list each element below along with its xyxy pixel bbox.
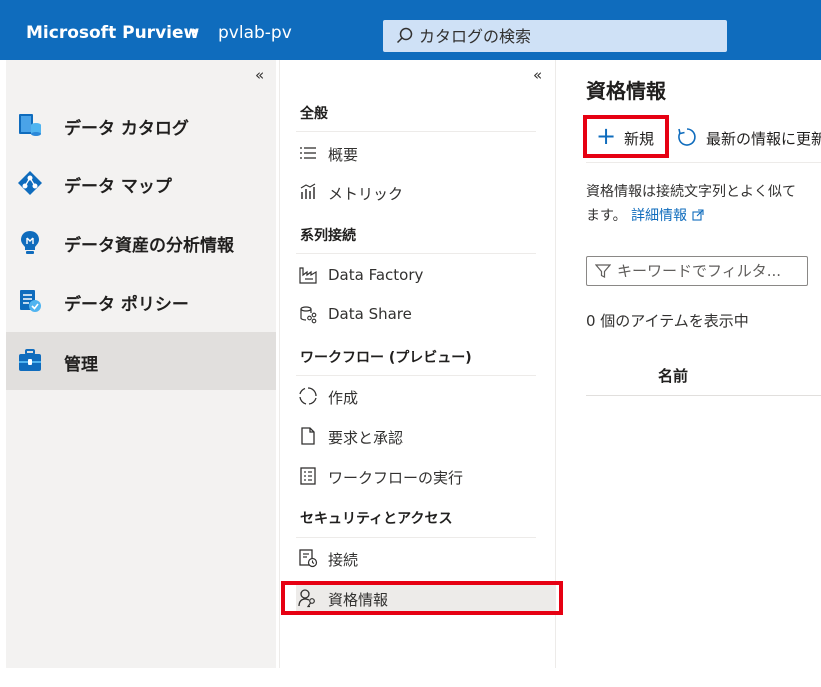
- checklist-icon: [300, 467, 316, 485]
- collapse-sub-nav-button[interactable]: «: [533, 66, 542, 84]
- description-line-2: ます。 詳細情報: [586, 204, 821, 228]
- refresh-button[interactable]: 最新の情報に更新: [676, 124, 821, 152]
- nav-item-data-map[interactable]: データ マップ: [6, 154, 276, 212]
- sub-nav-item-label: Data Factory: [328, 266, 424, 284]
- insights-lightbulb-icon: [21, 231, 39, 254]
- data-policy-icon: [20, 290, 41, 312]
- nav-item-data-insights[interactable]: データ資産の分析情報: [6, 213, 276, 271]
- collapse-left-nav-button[interactable]: «: [255, 66, 264, 84]
- section-title-general: 全般: [300, 106, 328, 122]
- highlight-box-new: [583, 115, 669, 158]
- sub-nav-item-label: 概要: [328, 146, 359, 164]
- refresh-icon: [678, 128, 696, 146]
- nav-item-management[interactable]: 管理: [6, 332, 276, 390]
- section-divider: [296, 537, 536, 538]
- description-line-2-text: ます。: [586, 208, 627, 224]
- section-divider: [296, 131, 536, 132]
- toolbar-divider: [586, 162, 821, 163]
- sub-nav-item-data-factory[interactable]: Data Factory: [296, 258, 556, 292]
- data-factory-icon: [299, 267, 317, 284]
- nav-item-data-catalog[interactable]: データ カタログ: [6, 96, 276, 154]
- sub-nav-item-label: Data Share: [328, 305, 412, 323]
- connection-icon: [299, 549, 318, 568]
- top-header-bar: Microsoft Purview ▸ pvlab-pv: [0, 0, 821, 60]
- management-toolbox-icon: [19, 349, 41, 371]
- sub-nav-item-label: ワークフローの実行: [328, 469, 464, 487]
- highlight-box-credentials: [281, 581, 563, 615]
- filter-icon: [595, 264, 611, 278]
- document-icon: [301, 427, 315, 445]
- data-share-icon: [300, 306, 317, 324]
- sub-nav-item-label: メトリック: [328, 185, 404, 203]
- description-line-1: 資格情報は接続文字列とよく似て: [586, 184, 796, 200]
- refresh-button-label: 最新の情報に更新: [706, 130, 821, 148]
- sub-nav-item-label: 要求と承認: [328, 429, 404, 447]
- learn-more-link-label: 詳細情報: [631, 208, 688, 224]
- filter-input[interactable]: [617, 257, 803, 285]
- nav-item-label: 管理: [64, 355, 98, 375]
- sub-nav-item-label: 作成: [328, 389, 359, 407]
- catalog-search-box[interactable]: [383, 20, 727, 52]
- sub-nav-item-data-share[interactable]: Data Share: [296, 297, 556, 331]
- nav-item-data-policy[interactable]: データ ポリシー: [6, 272, 276, 330]
- sub-nav-item-workflow-runs[interactable]: ワークフローの実行: [296, 459, 556, 493]
- section-divider: [296, 253, 536, 254]
- nav-item-label: データ ポリシー: [64, 295, 189, 315]
- workflow-authoring-icon: [299, 387, 317, 405]
- section-title-workflow: ワークフロー (プレビュー): [300, 350, 472, 366]
- keyword-filter-box[interactable]: [586, 256, 808, 286]
- sub-nav-item-authoring[interactable]: 作成: [296, 379, 556, 413]
- item-count: 0 個のアイテムを表示中: [586, 312, 749, 330]
- column-header-name[interactable]: 名前: [658, 365, 688, 386]
- list-icon: [300, 147, 316, 159]
- sub-nav-item-requests-approvals[interactable]: 要求と承認: [296, 419, 556, 453]
- external-link-icon: [691, 209, 704, 221]
- search-input[interactable]: [419, 20, 719, 52]
- sub-nav-item-metrics[interactable]: メトリック: [296, 175, 556, 209]
- sub-nav-item-label: 接続: [328, 551, 359, 569]
- table-header-divider: [586, 395, 821, 396]
- section-title-lineage: 系列接続: [300, 228, 356, 244]
- nav-item-label: データ カタログ: [64, 119, 189, 139]
- data-map-icon: [18, 171, 42, 195]
- metrics-icon: [300, 183, 316, 199]
- section-divider: [296, 375, 536, 376]
- sub-nav-item-overview[interactable]: 概要: [296, 136, 556, 170]
- breadcrumb-chevron-icon: ▸: [193, 24, 199, 37]
- search-icon: [396, 27, 413, 44]
- data-catalog-icon: [19, 114, 41, 136]
- sub-nav-item-connections[interactable]: 接続: [296, 541, 556, 575]
- section-title-security-access: セキュリティとアクセス: [300, 511, 453, 527]
- learn-more-link[interactable]: 詳細情報: [631, 208, 704, 224]
- credentials-description: 資格情報は接続文字列とよく似て ます。 詳細情報: [586, 180, 821, 230]
- app-brand[interactable]: Microsoft Purview: [26, 23, 199, 43]
- page-title: 資格情報: [586, 79, 666, 103]
- account-breadcrumb[interactable]: pvlab-pv: [218, 23, 292, 43]
- nav-item-label: データ資産の分析情報: [64, 236, 234, 256]
- nav-item-label: データ マップ: [64, 177, 172, 197]
